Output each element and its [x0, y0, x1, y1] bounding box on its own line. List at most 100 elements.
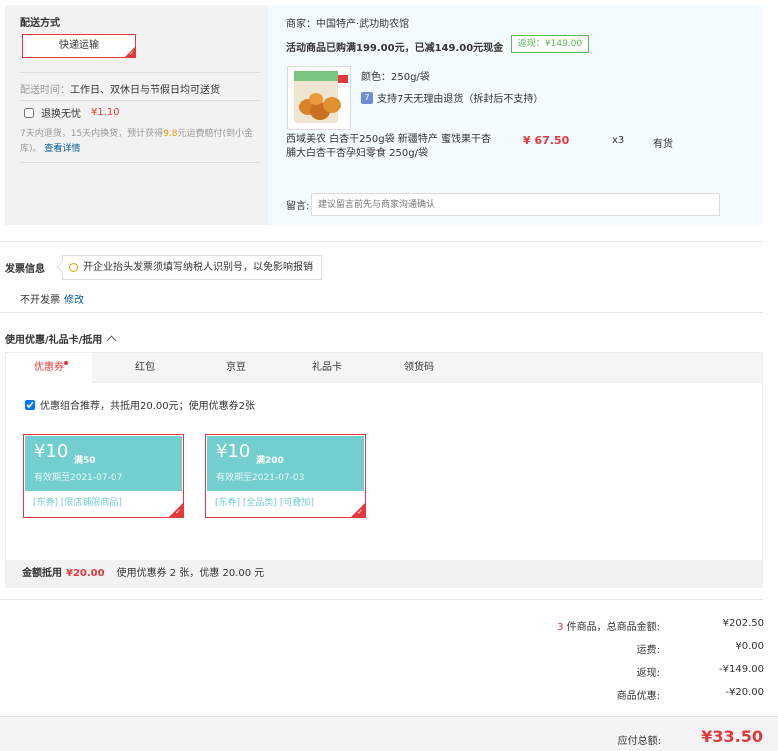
coupon-tag: [东券] — [33, 498, 59, 508]
coupon-section-label: 使用优惠/礼品卡/抵用 — [5, 335, 103, 346]
tab-pickup-code[interactable]: 领货码 — [376, 353, 462, 383]
invoice-tip-text: 开企业抬头发票须填写纳税人识别号，以免影响报销 — [83, 262, 313, 273]
rebate-label: 返现: — [636, 668, 660, 679]
delivery-time: 配送时间：工作日、双休日与节假日均可送货 — [20, 81, 220, 96]
shipping-title: 配送方式 — [20, 18, 60, 29]
coupon-tags: [东券] [限店铺限商品] — [33, 495, 122, 508]
product-image[interactable] — [287, 66, 351, 130]
coupon-card-top: ¥10 满200 有效期至2021-07-03 — [207, 436, 364, 491]
coupon-tag: [全品类] — [242, 498, 277, 508]
return-policy-icon: 7 — [361, 91, 373, 104]
rebate-badge: 返现：¥149.00 — [511, 35, 589, 53]
section-divider — [0, 312, 763, 313]
coupon-tabs: 优惠券 红包 京豆 礼品卡 领货码 — [6, 353, 762, 384]
rebate-value: -¥149.00 — [719, 664, 764, 675]
divider — [20, 100, 260, 101]
coupon-card[interactable]: ¥10 满50 有效期至2021-07-07 [东券] [限店铺限商品] ✓ — [23, 434, 184, 518]
return-insurance-desc: 7天内退货，15天内换货，预计获得9.8元运费赔付(到小金库)。 查看详情 — [20, 127, 260, 157]
coupon-card[interactable]: ¥10 满200 有效期至2021-07-03 [东券] [全品类] [可叠加]… — [205, 434, 366, 518]
product-quantity: x3 — [612, 135, 625, 146]
tab-gift-card[interactable]: 礼品卡 — [284, 353, 370, 383]
check-icon: ✓ — [175, 508, 181, 516]
shipping-method-button[interactable]: 快递运输 ✓ — [22, 34, 136, 58]
return-insurance-checkbox[interactable] — [24, 107, 34, 118]
invoice-title: 发票信息 — [5, 264, 45, 275]
return-detail-link[interactable]: 查看详情 — [44, 144, 80, 154]
combo-checkbox[interactable] — [25, 399, 35, 410]
remark-label: 留言: — [286, 201, 310, 212]
return-insurance-row: 退换无忧 ¥1.10 — [24, 105, 120, 120]
discount-label: 商品优惠: — [616, 691, 660, 702]
check-icon: ✓ — [128, 50, 134, 57]
summary-shipping: 运费: ¥0.00 — [430, 641, 764, 656]
coupon-expiry: 有效期至2021-07-07 — [34, 473, 123, 483]
return-desc-text: 7天内退货，15天内换货，预计获得 — [20, 129, 164, 139]
tab-red-envelope[interactable]: 红包 — [102, 353, 188, 383]
merchant-name[interactable]: 商家：中国特产·武功助农馆 — [286, 15, 409, 30]
coupon-amount: ¥10 — [216, 441, 251, 462]
shipping-fee-label: 运费: — [636, 645, 660, 656]
coupon-footer-label: 金额抵用 — [22, 568, 62, 579]
chevron-up-icon — [106, 335, 117, 346]
tooltip-arrow — [56, 261, 68, 273]
section-divider — [0, 241, 763, 242]
coupon-condition: 满200 — [256, 456, 284, 466]
shipping-panel: 配送方式 快递运输 ✓ 配送时间：工作日、双休日与节假日均可送货 退换无忧 ¥1… — [5, 5, 268, 225]
shipping-fee-value: ¥0.00 — [735, 641, 764, 652]
invoice-tip: 开企业抬头发票须填写纳税人识别号，以免影响报销 — [56, 255, 322, 280]
total-value: ¥33.50 — [701, 727, 763, 746]
invoice-value: 不开发票 修改 — [20, 291, 84, 306]
tab-jingdou[interactable]: 京豆 — [193, 353, 279, 383]
promo-text: 活动商品已购满199.00元，已减149.00元现金 — [286, 43, 504, 54]
coupon-expiry: 有效期至2021-07-03 — [216, 473, 305, 483]
return-insurance-label: 退换无忧 — [41, 109, 81, 120]
coupon-footer-amount: ¥20.00 — [66, 568, 105, 579]
return-policy: 7 支持7天无理由退货（拆封后不支持） — [361, 90, 543, 105]
coupon-amount: ¥10 — [34, 441, 69, 462]
divider — [20, 72, 260, 73]
combo-text: 优惠组合推荐，共抵用20.00元；使用优惠券2张 — [40, 401, 255, 412]
coupon-footer: 金额抵用 ¥20.00 使用优惠券 2 张，优惠 20.00 元 — [6, 560, 762, 588]
invoice-edit-link[interactable]: 修改 — [64, 295, 84, 306]
summary-rebate: 返现: -¥149.00 — [430, 664, 764, 679]
dried-apricot-image — [288, 67, 350, 129]
coupon-tag: [可叠加] — [279, 498, 314, 508]
return-insurance-price: ¥1.10 — [91, 107, 120, 118]
coupon-tag: [限店铺限商品] — [60, 498, 122, 508]
remark-input[interactable] — [311, 193, 720, 216]
divider — [20, 162, 260, 163]
invoice-type: 不开发票 — [20, 295, 60, 306]
summary-goods-total: 3 件商品，总商品金额: ¥202.50 — [430, 618, 764, 633]
goods-total-label: 件商品，总商品金额: — [563, 622, 660, 633]
return-desc-amount: 9.8 — [163, 129, 178, 139]
product-name[interactable]: 西域美农 白杏干250g袋 新疆特产 蜜饯果干杏脯大白杏干杏孕妇零食 250g/… — [286, 133, 496, 161]
coupon-tag: [东券] — [215, 498, 241, 508]
goods-total-value: ¥202.50 — [722, 618, 764, 629]
coupon-condition: 满50 — [74, 456, 96, 466]
section-divider — [0, 599, 763, 600]
tab-coupon[interactable]: 优惠券 — [6, 353, 92, 384]
check-icon: ✓ — [357, 508, 363, 516]
total-bar: 应付总额: ¥33.50 — [0, 716, 778, 751]
coupon-section-title[interactable]: 使用优惠/礼品卡/抵用 — [5, 331, 117, 346]
shipping-method-label: 快递运输 — [59, 40, 99, 51]
product-attribute: 颜色：250g/袋 — [361, 72, 430, 83]
coupon-tags: [东券] [全品类] [可叠加] — [215, 495, 314, 508]
delivery-time-label: 配送时间： — [20, 85, 70, 96]
total-label: 应付总额: — [617, 736, 661, 747]
stock-status: 有货 — [653, 139, 673, 150]
new-dot-icon — [64, 361, 68, 365]
coupon-footer-desc: 使用优惠券 2 张，优惠 20.00 元 — [116, 568, 265, 579]
summary-discount: 商品优惠: -¥20.00 — [430, 687, 764, 702]
discount-value: -¥20.00 — [725, 687, 764, 698]
order-item-block: 配送方式 快递运输 ✓ 配送时间：工作日、双休日与节假日均可送货 退换无忧 ¥1… — [5, 5, 763, 225]
summary-goods-label: 3 件商品，总商品金额: — [557, 618, 660, 633]
tab-label: 优惠券 — [34, 362, 64, 373]
combo-recommend: 优惠组合推荐，共抵用20.00元；使用优惠券2张 — [25, 397, 255, 412]
return-policy-text: 支持7天无理由退货（拆封后不支持） — [377, 94, 544, 105]
delivery-time-value: 工作日、双休日与节假日均可送货 — [70, 85, 220, 96]
lightbulb-icon — [69, 263, 78, 272]
coupon-panel: 优惠券 红包 京豆 礼品卡 领货码 优惠组合推荐，共抵用20.00元；使用优惠券… — [5, 352, 763, 588]
product-price: ¥ 67.50 — [523, 134, 570, 147]
coupon-card-top: ¥10 满50 有效期至2021-07-07 — [25, 436, 182, 491]
